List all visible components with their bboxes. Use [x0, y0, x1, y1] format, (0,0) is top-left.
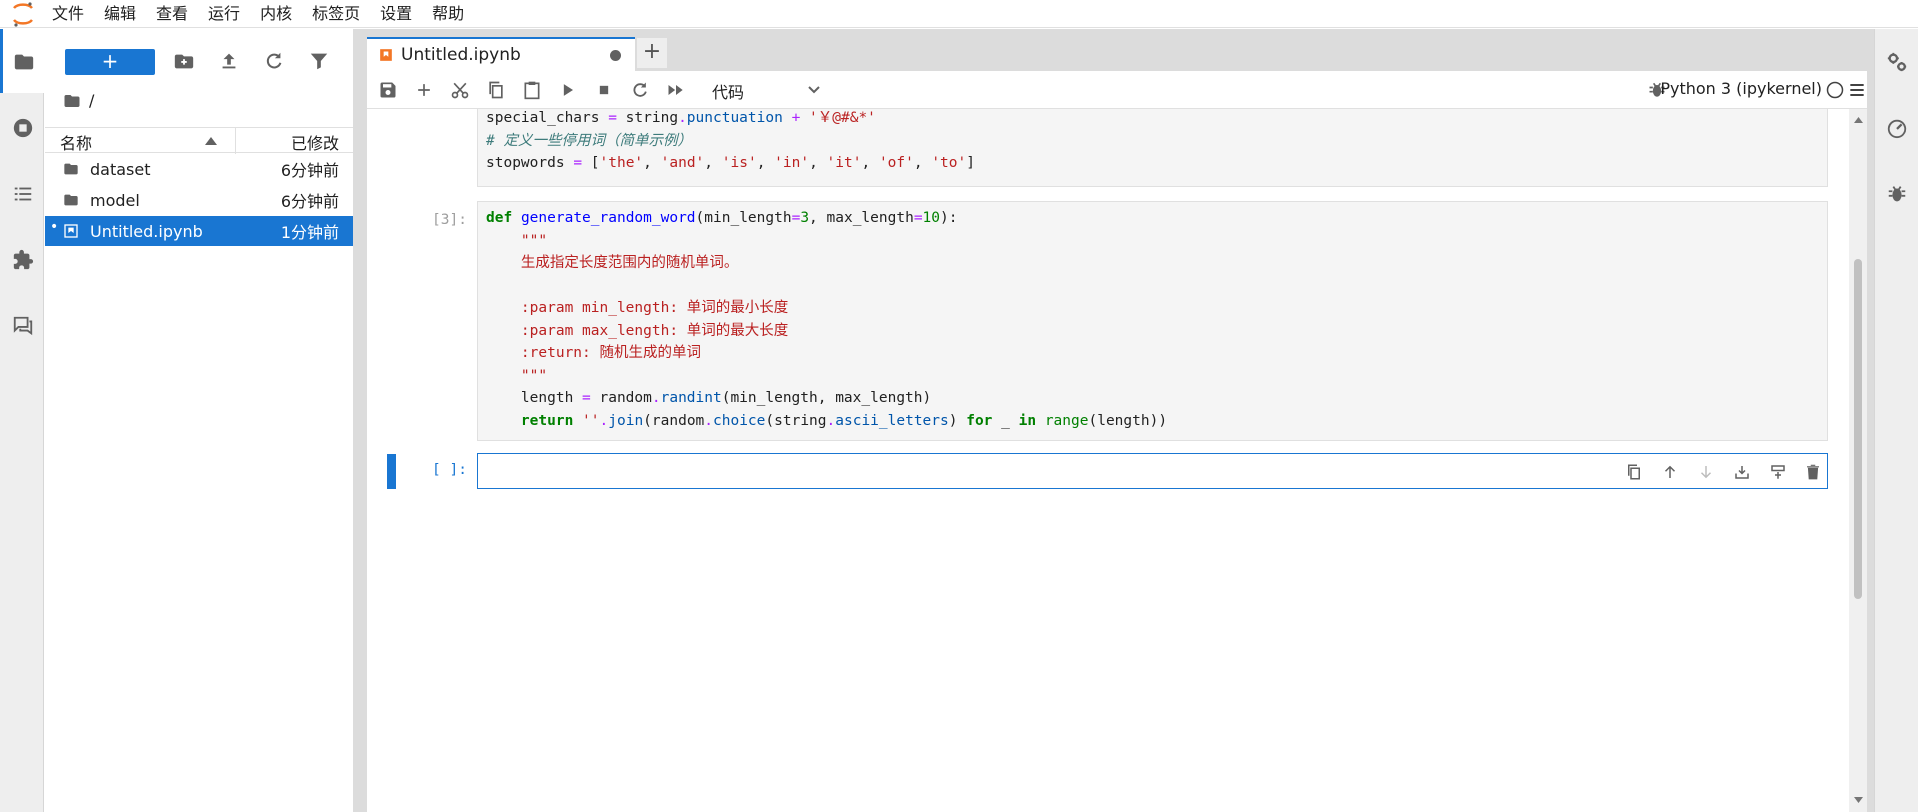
scroll-down-icon[interactable]	[1854, 797, 1863, 803]
gauge-icon[interactable]	[1886, 117, 1908, 139]
save-icon[interactable]	[378, 80, 398, 100]
folder-icon	[63, 161, 79, 177]
sidebar-tab-filebrowser[interactable]	[0, 29, 44, 93]
move-down-icon[interactable]	[1697, 463, 1715, 481]
scrollbar-thumb[interactable]	[1854, 259, 1862, 599]
file-row-model[interactable]: model 6分钟前	[45, 185, 353, 215]
notebook-icon	[63, 223, 79, 239]
run-icon[interactable]	[558, 80, 578, 100]
left-sidebar-tabs	[0, 29, 44, 812]
new-folder-icon[interactable]	[173, 50, 195, 72]
column-name-header[interactable]: 名称	[60, 130, 92, 154]
menu-help[interactable]: 帮助	[422, 0, 474, 28]
folder-icon	[63, 192, 79, 208]
file-modified: 6分钟前	[281, 157, 339, 181]
delete-cell-icon[interactable]	[1804, 463, 1822, 481]
menu-settings[interactable]: 设置	[370, 0, 422, 28]
toc-icon[interactable]	[12, 183, 34, 205]
chevron-down-icon[interactable]	[807, 85, 821, 95]
cell-prompt: [ ]:	[432, 462, 467, 478]
sort-ascending-icon	[205, 137, 217, 145]
new-launcher-button[interactable]: +	[65, 49, 155, 75]
menu-file[interactable]: 文件	[42, 0, 94, 28]
refresh-icon[interactable]	[263, 50, 285, 72]
filter-icon[interactable]	[308, 50, 330, 72]
running-icon[interactable]	[12, 117, 34, 139]
file-modified: 1分钟前	[281, 219, 339, 243]
add-cell-icon[interactable]	[414, 80, 434, 100]
file-modified: 6分钟前	[281, 188, 339, 212]
restart-run-all-icon[interactable]	[666, 80, 686, 100]
stop-icon[interactable]	[594, 80, 614, 100]
restart-icon[interactable]	[630, 80, 650, 100]
unsaved-dot-icon[interactable]	[610, 50, 621, 61]
menu-view[interactable]: 查看	[146, 0, 198, 28]
cell-type-select[interactable]: 代码	[712, 79, 744, 103]
menu-edit[interactable]: 编辑	[94, 0, 146, 28]
kernel-name[interactable]: Python 3 (ipykernel)	[1660, 79, 1822, 98]
file-row-untitled-ipynb[interactable]: • Untitled.ipynb 1分钟前	[45, 216, 353, 246]
property-inspector-icon[interactable]	[1886, 51, 1908, 73]
notebook-scrollbar[interactable]	[1849, 109, 1867, 812]
file-name: dataset	[90, 160, 151, 179]
menu-run[interactable]: 运行	[198, 0, 250, 28]
menu-bar: 文件 编辑 查看 运行 内核 标签页 设置 帮助	[0, 0, 1918, 28]
kernel-status-icon	[1826, 81, 1844, 99]
insert-above-icon[interactable]	[1733, 463, 1751, 481]
duplicate-cell-icon[interactable]	[1625, 463, 1643, 481]
empty-code-cell[interactable]	[477, 453, 1828, 489]
paste-icon[interactable]	[522, 80, 542, 100]
right-sidebar-tabs	[1874, 29, 1918, 812]
file-name: Untitled.ipynb	[90, 222, 203, 241]
new-tab-button[interactable]: +	[637, 38, 667, 68]
cell-prompt: [3]:	[432, 212, 467, 228]
insert-below-icon[interactable]	[1769, 463, 1787, 481]
file-browser: + / 名称 已修改 dataset 6分钟前 model 6分钟前 • Unt…	[45, 29, 359, 812]
copy-icon[interactable]	[486, 80, 506, 100]
file-row-dataset[interactable]: dataset 6分钟前	[45, 154, 353, 184]
file-list-header: 名称 已修改	[45, 127, 353, 153]
breadcrumb-path[interactable]: /	[89, 91, 94, 110]
menu-tabs[interactable]: 标签页	[302, 0, 370, 28]
notebook-toolbar: 代码 Python 3 (ipykernel)	[367, 71, 1867, 109]
breadcrumb[interactable]: /	[63, 91, 94, 110]
menu-kernel[interactable]: 内核	[250, 0, 302, 28]
debugger-sidebar-icon[interactable]	[1886, 183, 1908, 205]
chat-icon[interactable]	[12, 315, 34, 337]
tab-untitled-ipynb[interactable]: Untitled.ipynb	[367, 37, 635, 71]
folder-icon	[63, 92, 81, 110]
file-name: model	[90, 191, 140, 210]
upload-icon[interactable]	[218, 50, 240, 72]
extension-icon[interactable]	[12, 249, 34, 271]
running-dot-icon: •	[50, 219, 58, 235]
notebook-tab-icon	[379, 48, 393, 62]
cut-icon[interactable]	[450, 80, 470, 100]
jupyter-logo	[0, 0, 42, 28]
move-up-icon[interactable]	[1661, 463, 1679, 481]
active-cell-indicator	[387, 454, 396, 489]
folder-icon	[13, 51, 35, 73]
menu-icon[interactable]	[1847, 80, 1867, 100]
scroll-up-icon[interactable]	[1854, 117, 1863, 123]
column-modified-header[interactable]: 已修改	[291, 130, 339, 154]
code-cell-2[interactable]: special_chars = string.punctuation + '￥@…	[477, 109, 1828, 187]
code-cell-3[interactable]: def generate_random_word(min_length=3, m…	[477, 201, 1828, 441]
notebook-content: special_chars = string.punctuation + '￥@…	[367, 109, 1867, 812]
tab-label: Untitled.ipynb	[401, 45, 521, 65]
